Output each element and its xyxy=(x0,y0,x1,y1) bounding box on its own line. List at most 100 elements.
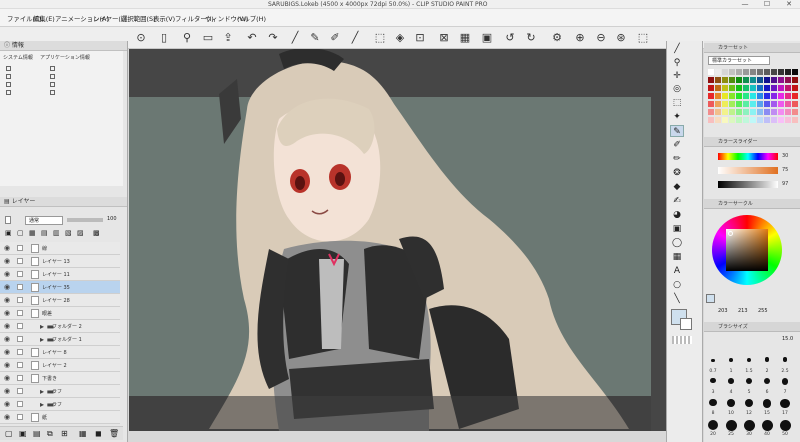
color-swatch[interactable] xyxy=(750,101,756,107)
balloon-icon[interactable]: ○ xyxy=(670,279,684,291)
eye-icon[interactable]: ◉ xyxy=(4,284,10,291)
color-swatch[interactable] xyxy=(771,85,777,91)
layer-lock-box[interactable] xyxy=(17,336,23,342)
close-button[interactable]: ✕ xyxy=(778,0,800,9)
eraser-tool-icon[interactable]: ◆ xyxy=(670,181,684,193)
brush-size-cell[interactable]: 0.7 xyxy=(706,357,720,374)
rotate-right-icon[interactable]: ↺ xyxy=(503,31,517,45)
eraser-icon[interactable]: ╱ xyxy=(348,31,362,45)
color-swatch[interactable] xyxy=(715,77,721,83)
reset-icon[interactable]: ↻ xyxy=(524,31,538,45)
color-swatch[interactable] xyxy=(736,77,742,83)
color-swatch[interactable] xyxy=(736,101,742,107)
move-tool-icon[interactable]: ✛ xyxy=(670,70,684,82)
brush-size-cell[interactable]: 1.5 xyxy=(742,357,756,374)
gradient-icon[interactable]: ▣ xyxy=(670,223,684,235)
color-swatch[interactable] xyxy=(792,117,798,123)
color-swatch[interactable] xyxy=(778,77,784,83)
color-picker-handle[interactable] xyxy=(728,231,733,236)
frame-icon[interactable]: ▦ xyxy=(670,251,684,263)
color-swatch[interactable] xyxy=(736,93,742,99)
layer-row[interactable]: ◉ レイヤー 11 xyxy=(0,268,120,281)
color-swatch[interactable] xyxy=(750,69,756,75)
color-swatch[interactable] xyxy=(750,85,756,91)
zoom-tool-icon[interactable]: ⚲ xyxy=(670,57,684,69)
color-swatch[interactable] xyxy=(778,117,784,123)
color-swatch[interactable] xyxy=(750,117,756,123)
brush-size-cell[interactable]: 17 xyxy=(778,399,792,416)
layer-lock-box[interactable] xyxy=(17,375,23,381)
color-swatch[interactable] xyxy=(771,117,777,123)
palette-icon[interactable]: ▩ xyxy=(93,229,100,237)
blend-tool-icon[interactable]: ✍ xyxy=(670,195,684,207)
brush-size-cell[interactable]: 1 xyxy=(724,357,738,374)
color-swatch[interactable] xyxy=(750,93,756,99)
grid-icon[interactable]: ▦ xyxy=(458,31,472,45)
color-swatch[interactable] xyxy=(708,93,714,99)
color-swatch[interactable] xyxy=(764,93,770,99)
layer-row[interactable]: ◉ レイヤー 13 xyxy=(0,255,120,268)
color-swatch[interactable] xyxy=(778,101,784,107)
settings-icon[interactable]: ⚙ xyxy=(550,31,564,45)
color-swatch[interactable] xyxy=(736,109,742,115)
color-set-select[interactable]: 標準カラーセット xyxy=(708,56,770,65)
color-swatch[interactable] xyxy=(792,93,798,99)
color-swatch[interactable] xyxy=(736,117,742,123)
color-swatch[interactable] xyxy=(722,77,728,83)
brush-size-cell[interactable]: 6 xyxy=(760,378,774,395)
menu-help[interactable]: ヘルプ(H) xyxy=(237,14,266,23)
new-raster-icon[interactable]: ▢ xyxy=(5,429,13,438)
color-swatch[interactable] xyxy=(729,93,735,99)
layer-row[interactable]: ◉ レイヤー 2 xyxy=(0,359,120,372)
brush-size-cell[interactable]: 40 xyxy=(760,420,774,437)
select-icon[interactable]: ⬚ xyxy=(373,31,387,45)
color-swatch[interactable] xyxy=(757,69,763,75)
eye-icon[interactable]: ◉ xyxy=(4,323,10,330)
new-file-icon[interactable]: ▯ xyxy=(157,31,171,45)
operation-tool-icon[interactable]: ◎ xyxy=(670,83,684,95)
layer-lock-box[interactable] xyxy=(17,323,23,329)
mask-icon[interactable]: ▧ xyxy=(65,229,72,237)
layer-row[interactable]: ◉ 線 xyxy=(0,242,120,255)
color-swatch[interactable] xyxy=(743,117,749,123)
color-swatch[interactable] xyxy=(771,69,777,75)
color-swatch[interactable] xyxy=(715,101,721,107)
color-swatch[interactable] xyxy=(722,101,728,107)
brush-size-cell[interactable]: 5 xyxy=(742,378,756,395)
sub-color-swatch[interactable] xyxy=(680,318,692,330)
clip-icon[interactable]: ▢ xyxy=(17,229,24,237)
brush-size-cell[interactable]: 50 xyxy=(778,420,792,437)
layer-color-swatch[interactable] xyxy=(5,216,11,224)
color-swatch[interactable] xyxy=(771,77,777,83)
transparent-swatch[interactable] xyxy=(672,336,692,344)
eye-icon[interactable]: ◉ xyxy=(4,258,10,265)
layer-lock-box[interactable] xyxy=(17,349,23,355)
brush-size-cell[interactable]: 15 xyxy=(760,399,774,416)
apply-mask-icon[interactable]: ◼ xyxy=(95,429,102,438)
saturation-slider[interactable] xyxy=(718,167,778,174)
color-swatch[interactable] xyxy=(778,69,784,75)
color-swatch[interactable] xyxy=(743,101,749,107)
pencil-tool-icon[interactable]: ✏ xyxy=(670,153,684,165)
layer-row[interactable]: ◉ 紙 xyxy=(0,411,120,424)
new-vector-icon[interactable]: ▣ xyxy=(19,429,27,438)
brush-size-cell[interactable]: 20 xyxy=(706,420,720,437)
color-swatch[interactable] xyxy=(757,85,763,91)
figure-icon[interactable]: ◯ xyxy=(670,237,684,249)
save-icon[interactable]: ▭ xyxy=(201,31,215,45)
brush-size-cell[interactable]: 3 xyxy=(706,378,720,395)
color-swatch[interactable] xyxy=(729,117,735,123)
trash-icon[interactable]: 🗑 xyxy=(109,429,119,438)
blend-mode-select[interactable]: 通常 xyxy=(25,216,63,225)
color-swatch[interactable] xyxy=(743,85,749,91)
canvas-area[interactable] xyxy=(129,49,666,431)
airbrush-icon[interactable]: ❂ xyxy=(670,167,684,179)
layer-lock-box[interactable] xyxy=(17,245,23,251)
color-swatch[interactable] xyxy=(785,101,791,107)
wheel-main-swatch[interactable] xyxy=(706,294,715,303)
lock-pos-icon[interactable]: ▥ xyxy=(53,229,60,237)
color-swatch[interactable] xyxy=(757,117,763,123)
fill-icon[interactable]: ◈ xyxy=(393,31,407,45)
undo-icon[interactable]: ↶ xyxy=(245,31,259,45)
menu-edit[interactable]: 編集(E) xyxy=(33,14,55,23)
